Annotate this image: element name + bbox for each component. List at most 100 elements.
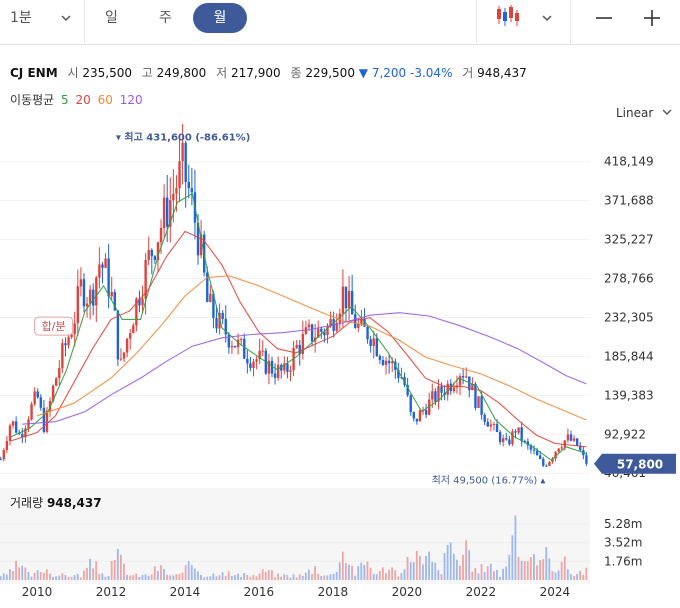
candle-body bbox=[184, 142, 187, 182]
candle-body bbox=[82, 279, 86, 307]
candle-body bbox=[196, 222, 200, 256]
moving-average-legend[interactable]: 이동평균 5 20 60 120 bbox=[10, 91, 143, 108]
volume-bar bbox=[369, 567, 372, 580]
volume-bar bbox=[156, 570, 159, 580]
candle-body bbox=[480, 396, 483, 415]
volume-bar bbox=[230, 575, 233, 580]
volume-bar bbox=[234, 575, 236, 580]
candle-body bbox=[159, 227, 163, 243]
volume-bar bbox=[391, 567, 394, 580]
scale-label: Linear bbox=[616, 106, 654, 120]
volume-bar bbox=[440, 574, 443, 580]
volume-bar bbox=[320, 575, 323, 580]
tab-monthly[interactable]: 월 bbox=[193, 3, 247, 33]
candle-body bbox=[575, 438, 579, 446]
volume-bar bbox=[240, 576, 242, 580]
volume-bar bbox=[548, 558, 551, 580]
top-toolbar: 1분 일 주 월 bbox=[0, 0, 680, 45]
candle-body bbox=[150, 249, 153, 257]
candle-body bbox=[267, 360, 271, 374]
volume-bar bbox=[147, 575, 150, 580]
volume-bar bbox=[514, 515, 517, 580]
candle-body bbox=[347, 291, 351, 309]
volume-bar bbox=[150, 574, 153, 580]
chart-type-chevron-icon[interactable] bbox=[541, 0, 553, 36]
volume-bar bbox=[271, 570, 273, 580]
candle-body bbox=[449, 383, 452, 392]
volume-bar bbox=[307, 569, 310, 580]
volume-bar bbox=[360, 562, 363, 580]
candle-body bbox=[332, 319, 335, 331]
candle-body bbox=[224, 318, 227, 335]
candle-body bbox=[397, 369, 400, 379]
stock-name: CJ ENM bbox=[10, 66, 58, 80]
candle-body bbox=[409, 395, 412, 413]
candle-body bbox=[243, 338, 246, 359]
volume-bar bbox=[61, 573, 64, 580]
zoom-out-icon[interactable] bbox=[594, 6, 614, 42]
candle-body bbox=[520, 427, 523, 441]
volume-bar bbox=[39, 572, 42, 580]
candle-body bbox=[153, 256, 157, 260]
candle-body bbox=[301, 333, 305, 355]
volume-bar bbox=[70, 576, 73, 580]
price-tick-label: 46,461 bbox=[604, 466, 646, 480]
volume-bar bbox=[573, 575, 575, 580]
volume-bar bbox=[215, 576, 218, 580]
candle-body bbox=[295, 344, 298, 348]
tab-weekly[interactable]: 주 bbox=[159, 0, 172, 36]
max-annotation: ▾ 최고 431,600 (-86.61%) bbox=[116, 130, 250, 143]
candle-body bbox=[563, 440, 567, 448]
volume-tick-label: 3.52m bbox=[604, 536, 642, 550]
scale-selector[interactable]: Linear bbox=[616, 106, 673, 120]
volume-bar bbox=[45, 569, 48, 580]
volume-label: 거 bbox=[462, 66, 474, 80]
candle-body bbox=[264, 350, 268, 374]
volume-bar bbox=[403, 569, 406, 580]
candle-body bbox=[215, 318, 218, 329]
chevron-down-icon[interactable] bbox=[60, 0, 72, 36]
candle-body bbox=[209, 293, 212, 302]
candle-body bbox=[107, 258, 110, 297]
volume-bar bbox=[406, 556, 409, 580]
volume-bar bbox=[563, 556, 566, 580]
candle-body bbox=[129, 333, 132, 339]
candle-body bbox=[162, 197, 166, 228]
candle-body bbox=[270, 360, 274, 374]
volume-bar bbox=[104, 576, 107, 580]
volume-bar bbox=[89, 558, 91, 580]
candle-body bbox=[394, 361, 397, 370]
candle-body bbox=[505, 438, 508, 440]
candle-body bbox=[144, 259, 147, 299]
candle-body bbox=[501, 438, 505, 442]
zoom-in-icon[interactable] bbox=[642, 6, 662, 42]
interval-selector[interactable]: 1분 bbox=[10, 0, 32, 36]
ma-120: 120 bbox=[119, 93, 143, 107]
candlestick-icon[interactable] bbox=[495, 4, 521, 40]
change-value: ▼ 7,200 bbox=[358, 66, 407, 80]
ma-label: 이동평균 bbox=[10, 93, 55, 107]
tab-daily[interactable]: 일 bbox=[105, 0, 118, 36]
high-value: 249,800 bbox=[156, 66, 207, 80]
candle-body bbox=[61, 343, 64, 368]
time-tick-label: 2010 bbox=[22, 585, 53, 599]
volume-bar bbox=[477, 573, 480, 580]
volume-bar bbox=[412, 562, 415, 580]
candle-body bbox=[424, 410, 428, 415]
candle-body bbox=[8, 425, 12, 441]
candle-body bbox=[249, 363, 252, 369]
candle-body bbox=[21, 433, 24, 438]
price-grid bbox=[0, 161, 590, 474]
candle-body bbox=[375, 338, 379, 356]
candle-body bbox=[307, 324, 311, 328]
volume-bar bbox=[317, 573, 320, 580]
volume-bar bbox=[452, 553, 455, 580]
volume-bar bbox=[33, 572, 36, 580]
candle-body bbox=[440, 386, 443, 393]
high-label: 고 bbox=[141, 66, 153, 80]
volume-bar bbox=[357, 566, 360, 580]
candle-body bbox=[548, 461, 551, 466]
candle-body bbox=[276, 364, 280, 378]
open-value: 235,500 bbox=[82, 66, 132, 80]
ma-5-line bbox=[10, 192, 587, 461]
